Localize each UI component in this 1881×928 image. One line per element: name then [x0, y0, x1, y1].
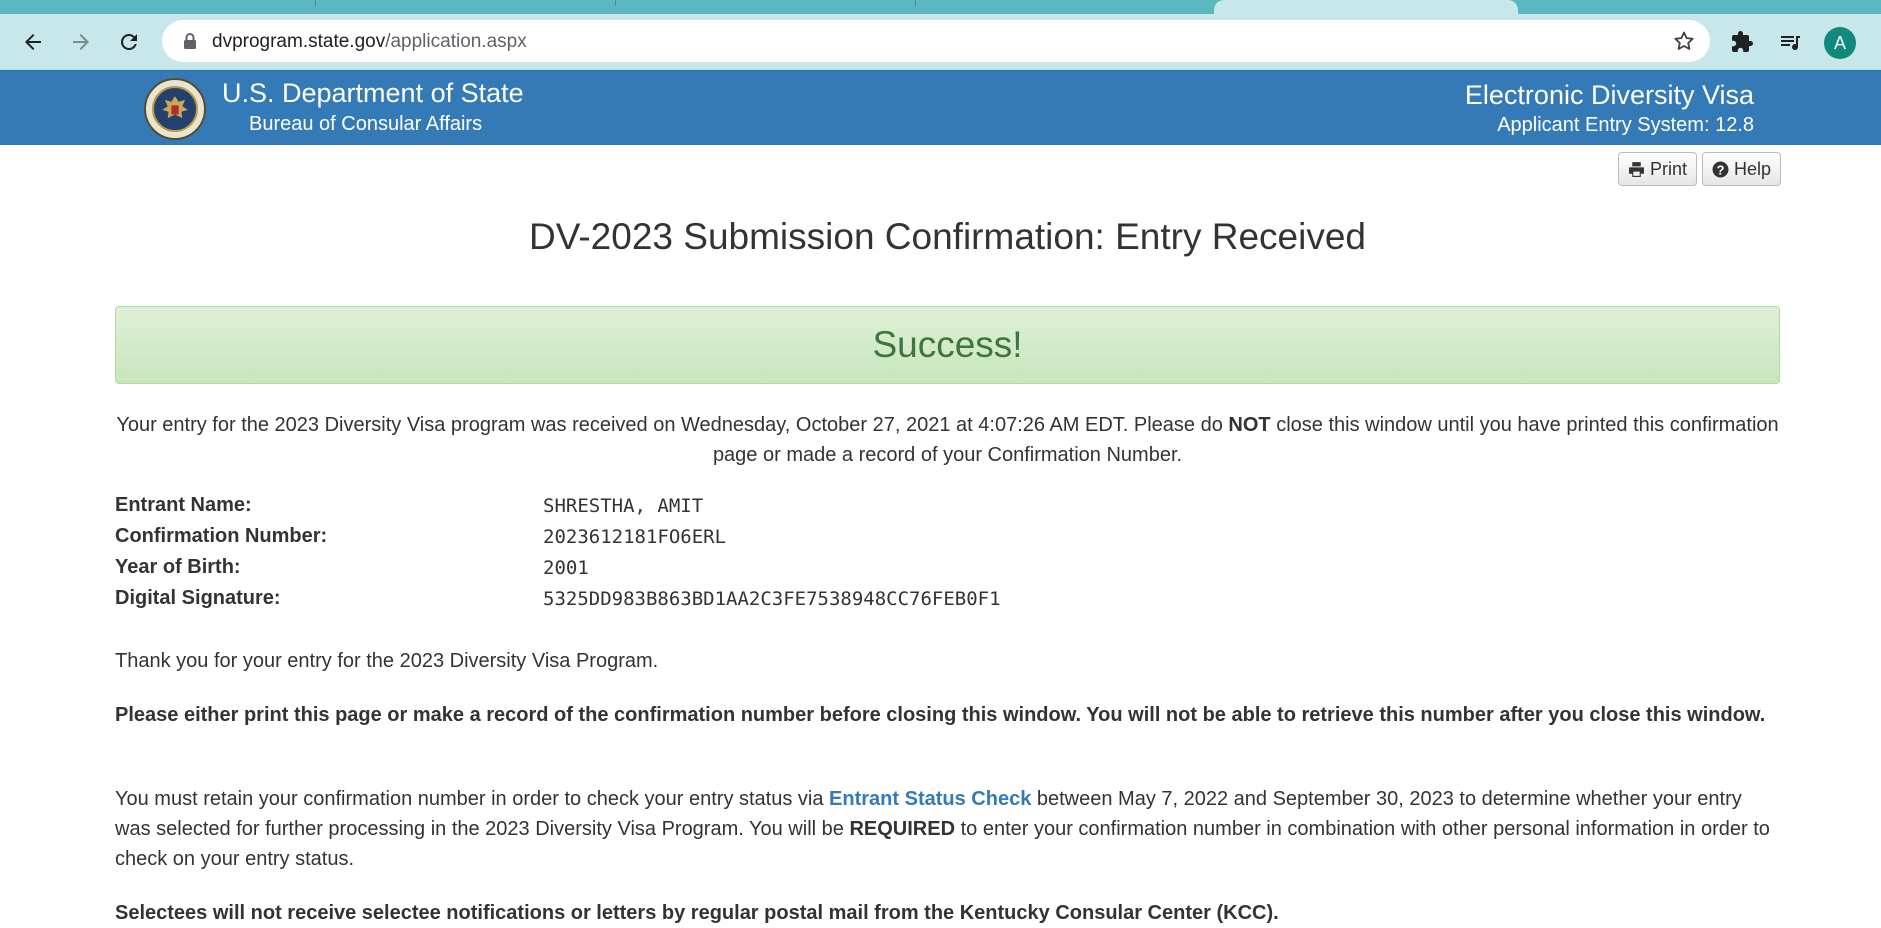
received-emphasis: NOT — [1228, 414, 1271, 436]
active-tab[interactable] — [1214, 0, 1518, 14]
entrant-name-value: SHRESTHA, AMIT — [543, 495, 704, 517]
entrant-name-label: Entrant Name: — [115, 494, 252, 516]
print-button[interactable]: Print — [1618, 152, 1698, 186]
forward-button[interactable] — [63, 24, 99, 60]
bookmark-star-icon[interactable] — [1672, 29, 1696, 53]
digital-signature-row: Digital Signature: 5325DD983B863BD1AA2C3… — [115, 587, 1315, 617]
question-circle-icon: ? — [1712, 161, 1729, 177]
playlist-icon — [1781, 36, 1800, 51]
url-text[interactable]: dvprogram.state.gov/application.aspx — [212, 31, 527, 53]
year-of-birth-label: Year of Birth: — [115, 556, 241, 578]
page-title: DV-2023 Submission Confirmation: Entry R… — [529, 216, 1366, 257]
tab-separator — [915, 0, 916, 6]
url-domain: dvprogram.state.gov — [212, 31, 386, 52]
back-button[interactable] — [15, 24, 51, 60]
retain-emphasis: REQUIRED — [849, 818, 956, 840]
system-version: Applicant Entry System: 12.8 — [1497, 114, 1754, 136]
tab-strip — [0, 0, 1881, 14]
department-name: U.S. Department of State — [222, 78, 524, 108]
system-title: Electronic Diversity Visa — [1464, 80, 1754, 110]
svg-text:?: ? — [1717, 162, 1725, 177]
received-prefix: Your entry for the 2023 Diversity Visa p… — [116, 414, 1229, 436]
retain-number-text: You must retain your confirmation number… — [115, 784, 1780, 874]
print-warning-text: Please either print this page or make a … — [115, 704, 1766, 726]
confirmation-number-value: 2023612181FO6ERL — [543, 526, 727, 548]
site-header: U.S. Department of State Bureau of Consu… — [0, 70, 1881, 145]
address-bar[interactable]: dvprogram.state.gov/application.aspx — [162, 20, 1710, 62]
selectees-notice-text: Selectees will not receive selectee noti… — [115, 902, 1279, 924]
digital-signature-label: Digital Signature: — [115, 587, 281, 609]
bureau-name: Bureau of Consular Affairs — [249, 113, 483, 135]
media-control-button[interactable] — [1776, 28, 1804, 56]
lock-icon — [184, 33, 196, 49]
received-notice: Your entry for the 2023 Diversity Visa p… — [115, 410, 1780, 470]
help-label: Help — [1734, 158, 1772, 179]
confirmation-number-label: Confirmation Number: — [115, 525, 328, 547]
retain-prefix: You must retain your confirmation number… — [115, 788, 830, 810]
extensions-button[interactable] — [1728, 28, 1756, 56]
confirmation-number-row: Confirmation Number: 2023612181FO6ERL — [115, 525, 1315, 555]
printer-icon — [1629, 161, 1644, 177]
year-of-birth-row: Year of Birth: 2001 — [115, 556, 1315, 586]
entrant-name-row: Entrant Name: SHRESTHA, AMIT — [115, 494, 1315, 524]
profile-avatar[interactable]: A — [1824, 27, 1856, 59]
thank-you-text: Thank you for your entry for the 2023 Di… — [115, 650, 659, 672]
browser-toolbar: dvprogram.state.gov/application.aspx A — [0, 14, 1881, 70]
help-button[interactable]: ? Help — [1702, 152, 1782, 186]
reload-button[interactable] — [111, 24, 147, 60]
success-alert: Success! — [115, 306, 1780, 384]
forward-arrow-icon — [73, 34, 89, 50]
success-message: Success! — [872, 324, 1023, 365]
year-of-birth-value: 2001 — [543, 557, 589, 579]
reload-icon — [121, 33, 137, 50]
department-seal-logo — [144, 78, 206, 140]
puzzle-icon — [1732, 31, 1753, 52]
print-label: Print — [1650, 158, 1688, 179]
eagle-emblem-icon — [152, 86, 198, 132]
digital-signature-value: 5325DD983B863BD1AA2C3FE7538948CC76FEB0F1 — [543, 588, 1001, 610]
entrant-status-check-link[interactable]: Entrant Status Check — [829, 788, 1031, 810]
tab-separator — [615, 0, 616, 6]
tab-separator — [315, 0, 316, 6]
url-path: /application.aspx — [385, 31, 527, 52]
back-arrow-icon — [25, 34, 41, 50]
